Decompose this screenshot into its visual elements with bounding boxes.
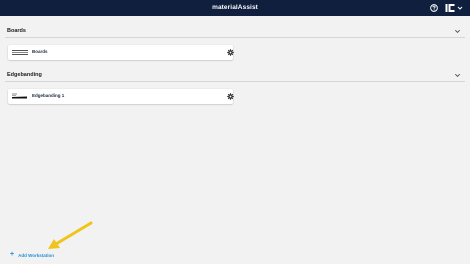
board-thumbnail — [12, 50, 28, 55]
add-workstation-button[interactable]: + Add Workstation — [10, 251, 54, 259]
app-title: materialAssist — [212, 4, 258, 11]
plus-icon: + — [10, 251, 15, 258]
top-app-bar: materialAssist — [0, 0, 470, 16]
workstation-name: Edgebanding 1 — [32, 93, 65, 98]
account-menu[interactable] — [445, 3, 463, 13]
workstation-card-edgebanding[interactable]: Edgebanding 1 — [8, 89, 234, 104]
gear-icon[interactable] — [227, 48, 234, 56]
workstation-card-boards[interactable]: Boards — [8, 45, 234, 60]
gear-icon[interactable] — [227, 92, 234, 100]
section-title: Edgebanding — [7, 72, 42, 78]
edgebanding-thumbnail — [12, 93, 27, 99]
workstation-name: Boards — [32, 49, 48, 54]
section-divider — [5, 81, 465, 82]
help-icon[interactable] — [430, 4, 438, 12]
chevron-up-icon[interactable] — [454, 72, 461, 79]
section-divider — [5, 37, 465, 38]
section-title: Boards — [7, 28, 26, 34]
ihb-logo-icon — [445, 4, 455, 12]
add-workstation-label: Add Workstation — [18, 252, 55, 258]
chevron-down-icon — [457, 6, 463, 10]
chevron-up-icon[interactable] — [454, 28, 461, 35]
